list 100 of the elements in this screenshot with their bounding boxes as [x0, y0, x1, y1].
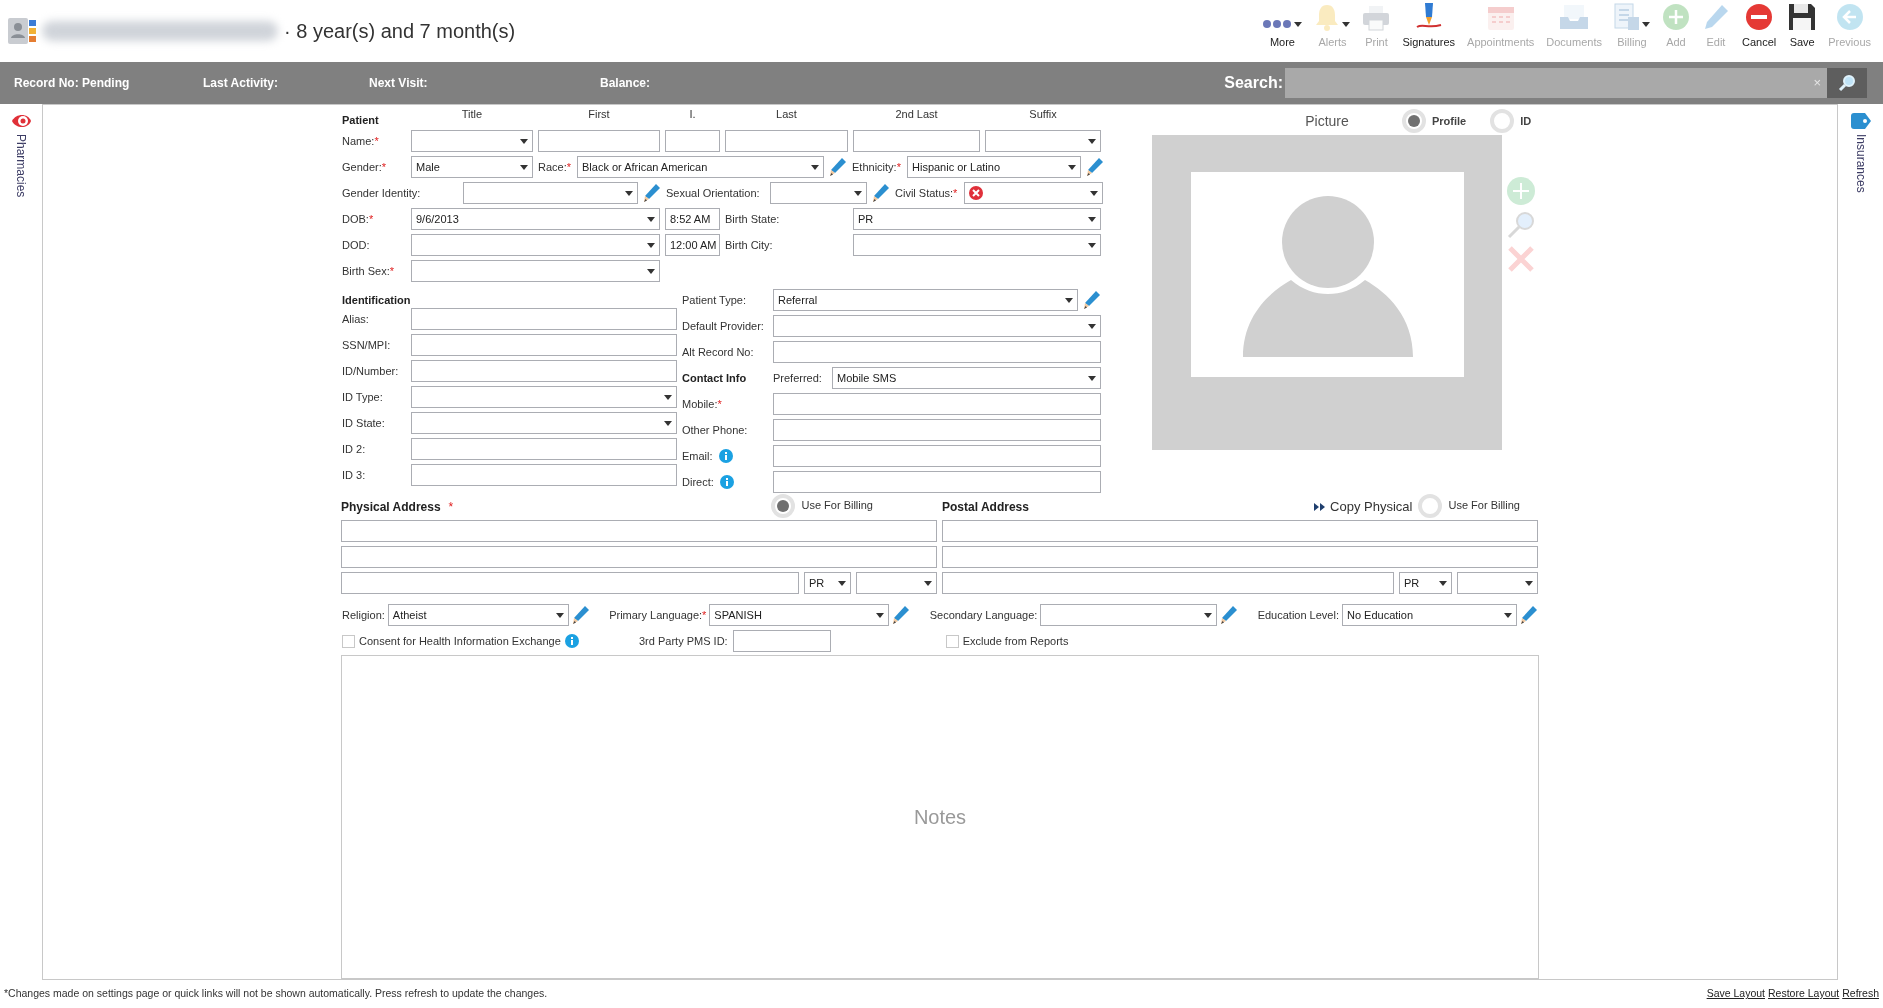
- dropdown[interactable]: [1040, 604, 1218, 626]
- toolbar-button[interactable]: Signatures: [1396, 0, 1462, 50]
- dropdown[interactable]: [411, 130, 533, 152]
- input-field[interactable]: 12:00 AM: [665, 234, 720, 256]
- caret-icon: [1065, 297, 1073, 303]
- insurances-tab[interactable]: Insurances: [1851, 134, 1870, 193]
- dropdown[interactable]: Referral: [773, 289, 1078, 311]
- input-field[interactable]: [942, 546, 1538, 568]
- pencil-icon[interactable]: [872, 183, 890, 203]
- dropdown[interactable]: [985, 130, 1101, 152]
- field-label: Alias:: [342, 311, 370, 327]
- footer-link[interactable]: Refresh: [1842, 986, 1879, 1002]
- dropdown[interactable]: [1457, 572, 1538, 594]
- dropdown[interactable]: PR: [804, 572, 851, 594]
- pencil-icon[interactable]: [1220, 605, 1239, 625]
- info-icon[interactable]: [564, 634, 579, 648]
- section-heading: Physical Address: [341, 499, 441, 516]
- dropdown[interactable]: [856, 572, 937, 594]
- search-icon[interactable]: [1507, 211, 1535, 239]
- dropdown[interactable]: PR: [853, 208, 1101, 230]
- dropdown[interactable]: Mobile SMS: [832, 367, 1101, 389]
- input-field[interactable]: [341, 546, 937, 568]
- input-field[interactable]: [411, 438, 677, 460]
- input-field[interactable]: [341, 572, 799, 594]
- dropdown[interactable]: [463, 182, 638, 204]
- input-field[interactable]: [732, 630, 831, 652]
- pharmacies-tab[interactable]: Pharmacies: [12, 134, 30, 198]
- pencil-icon[interactable]: [571, 605, 590, 625]
- input-field[interactable]: [942, 572, 1394, 594]
- input-field[interactable]: [341, 520, 937, 542]
- radio-button[interactable]: [1402, 109, 1426, 133]
- dropdown[interactable]: [411, 234, 660, 256]
- field-label: SSN/MPI:: [342, 337, 392, 353]
- input-field[interactable]: [942, 520, 1538, 542]
- dropdown[interactable]: [411, 260, 660, 282]
- caret-icon: [1088, 375, 1096, 381]
- delete-icon[interactable]: [1507, 245, 1535, 273]
- pencil-icon[interactable]: [1086, 157, 1104, 177]
- field-label: Sexual Orientation:: [666, 185, 761, 201]
- caret-icon: [1204, 612, 1213, 618]
- input-field[interactable]: [411, 308, 677, 330]
- input-field[interactable]: [773, 419, 1101, 441]
- caret-icon: [647, 268, 655, 274]
- dropdown[interactable]: [964, 182, 1103, 204]
- toolbar-button[interactable]: Save: [1782, 0, 1823, 50]
- checkbox[interactable]: [342, 634, 355, 648]
- info-icon[interactable]: [718, 449, 733, 463]
- dropdown[interactable]: [411, 386, 677, 408]
- input-field[interactable]: [725, 130, 848, 152]
- input-field[interactable]: [773, 393, 1101, 415]
- dropdown[interactable]: [773, 315, 1101, 337]
- input-field[interactable]: 8:52 AM: [665, 208, 720, 230]
- pencil-icon[interactable]: [1083, 290, 1101, 310]
- field-label: Preferred:: [773, 370, 823, 386]
- field-label: Race:*: [538, 159, 572, 175]
- info-icon[interactable]: [719, 475, 734, 489]
- field-label: Civil Status:*: [895, 185, 959, 201]
- pencil-icon[interactable]: [1520, 605, 1538, 625]
- dropdown[interactable]: SPANISH: [709, 604, 890, 626]
- copy-physical-button[interactable]: Copy Physical: [1314, 497, 1413, 517]
- dropdown[interactable]: No Education: [1342, 604, 1517, 626]
- pencil-icon[interactable]: [829, 157, 847, 177]
- dropdown[interactable]: [853, 234, 1101, 256]
- radio-button[interactable]: [771, 494, 796, 518]
- pencil-icon[interactable]: [643, 183, 661, 203]
- radio-button[interactable]: [1490, 109, 1515, 133]
- bell-icon: [1314, 2, 1341, 31]
- dropdown[interactable]: 9/6/2013: [411, 208, 660, 230]
- field-label: DOD:: [342, 237, 371, 253]
- caret-icon: [1088, 323, 1096, 329]
- input-field[interactable]: [665, 130, 720, 152]
- pencil-icon[interactable]: [892, 605, 911, 625]
- tag-icon[interactable]: [1849, 112, 1872, 130]
- add-icon[interactable]: [1507, 177, 1535, 205]
- input-field[interactable]: [853, 130, 980, 152]
- field-label: Gender Identity:: [342, 185, 422, 201]
- input-field[interactable]: [411, 334, 677, 356]
- dropdown[interactable]: Black or African American: [577, 156, 824, 178]
- input-field[interactable]: [538, 130, 660, 152]
- checkbox[interactable]: [945, 634, 959, 648]
- dropdown[interactable]: Hispanic or Latino: [907, 156, 1081, 178]
- field-label: ID State:: [342, 415, 386, 431]
- dropdown[interactable]: [411, 412, 677, 434]
- toolbar-button[interactable]: Cancel: [1735, 0, 1783, 50]
- dropdown[interactable]: Atheist: [387, 604, 569, 626]
- add-icon: [1661, 2, 1690, 31]
- footer-link[interactable]: Restore Layout: [1768, 986, 1840, 1002]
- field-label: Alt Record No:: [682, 344, 755, 360]
- input-field[interactable]: [773, 445, 1101, 467]
- input-field[interactable]: [411, 360, 677, 382]
- footer-link[interactable]: Save Layout: [1706, 986, 1765, 1002]
- search-button[interactable]: [1827, 68, 1867, 98]
- input-field[interactable]: [411, 464, 677, 486]
- input-field[interactable]: [773, 471, 1101, 493]
- dropdown[interactable]: Male: [411, 156, 533, 178]
- input-field[interactable]: [773, 341, 1101, 363]
- dropdown[interactable]: PR: [1399, 572, 1452, 594]
- radio-button[interactable]: [1418, 494, 1443, 518]
- toolbar-button[interactable]: More: [1256, 0, 1309, 50]
- dropdown[interactable]: [770, 182, 867, 204]
